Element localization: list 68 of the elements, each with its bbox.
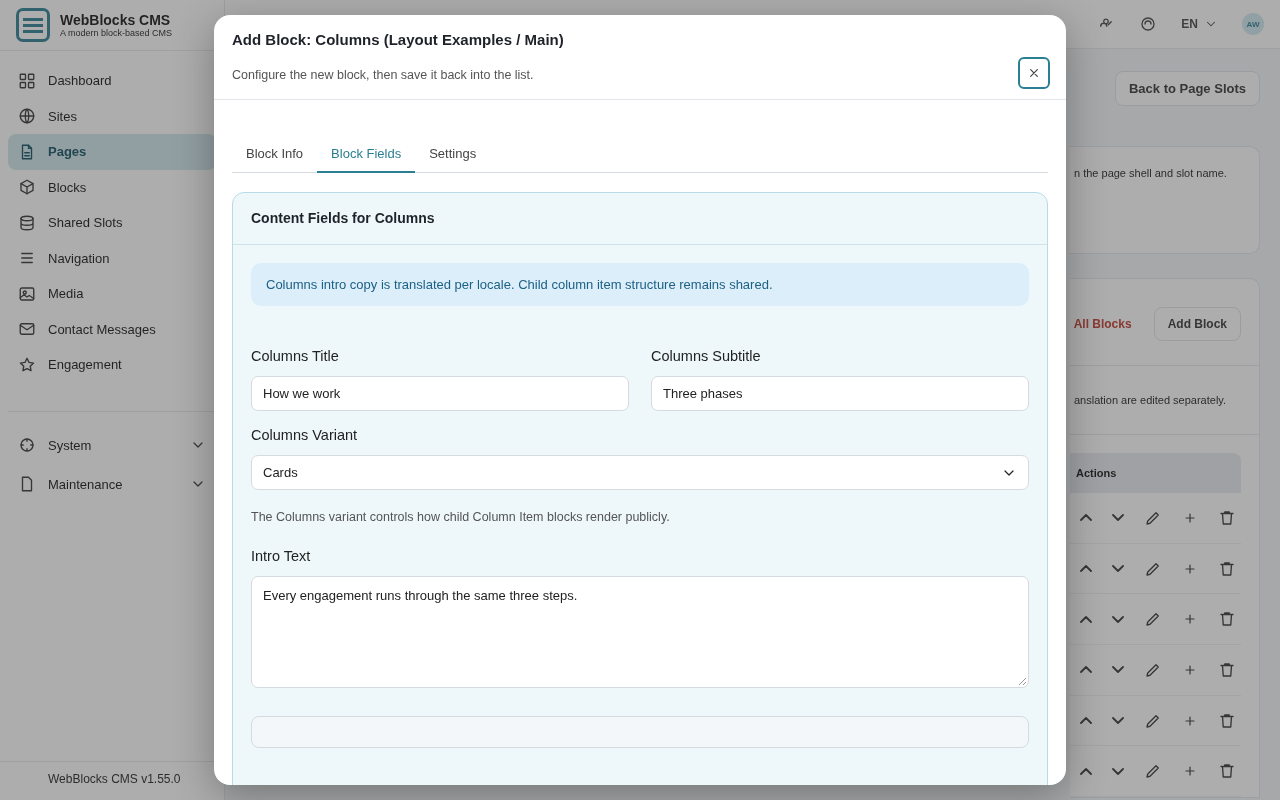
field-label: Columns Subtitle bbox=[651, 348, 762, 364]
modal-subtitle: Configure the new block, then save it back into the list. bbox=[232, 68, 535, 82]
trash-icon bbox=[1218, 762, 1236, 781]
info-notice: Columns intro copy is translated per locale. Child column item structure remains shared. bbox=[251, 263, 1029, 306]
sidebar-item[interactable]: Contact Messages bbox=[8, 311, 216, 347]
modal-title: Add Block: Columns (Layout Examples / Main) bbox=[232, 31, 564, 49]
language-selector[interactable]: EN bbox=[1181, 17, 1218, 31]
gear-icon bbox=[18, 436, 36, 454]
back-button[interactable]: Back to Page Slots bbox=[1114, 71, 1260, 106]
chevron-up-icon bbox=[1080, 615, 1092, 623]
sidebar-group[interactable]: System bbox=[8, 425, 216, 465]
chevron-down-icon bbox=[1112, 615, 1124, 623]
text-field[interactable]: How we work bbox=[251, 376, 629, 411]
pencil-icon bbox=[1144, 610, 1162, 629]
chevron-up-icon bbox=[1080, 514, 1092, 522]
globe-icon bbox=[18, 107, 36, 126]
pencil-icon bbox=[1144, 762, 1162, 781]
trash-icon bbox=[1218, 660, 1236, 679]
app-name: WebBlocks CMS bbox=[60, 12, 172, 28]
database-icon bbox=[18, 213, 36, 232]
sidebar-item[interactable]: Pages bbox=[8, 134, 216, 170]
theme-icon bbox=[1139, 15, 1158, 33]
sidebar-group[interactable]: Maintenance bbox=[8, 464, 216, 504]
card-text: n the page shell and slot name. bbox=[1074, 167, 1227, 179]
card-text: anslation are edited separately. bbox=[1074, 394, 1227, 406]
sidebar-item[interactable]: Blocks bbox=[8, 169, 216, 205]
panel-title: Content Fields for Columns bbox=[251, 210, 435, 226]
sidebar-item[interactable]: Shared Slots bbox=[8, 205, 216, 241]
chevron-up-icon bbox=[1080, 767, 1092, 775]
sidebar-item[interactable]: Engagement bbox=[8, 347, 216, 383]
chevron-down-icon bbox=[1112, 514, 1124, 522]
sidebar-item[interactable]: Dashboard bbox=[8, 63, 216, 99]
star-icon bbox=[18, 355, 36, 374]
logo-icon bbox=[16, 8, 50, 42]
trash-icon bbox=[1218, 711, 1236, 730]
chevron-up-icon bbox=[1080, 666, 1092, 674]
cube-icon bbox=[18, 178, 36, 197]
chevron-up-icon bbox=[1080, 565, 1092, 573]
text-field[interactable]: Three phases bbox=[651, 376, 1029, 411]
sidebar-item[interactable]: Navigation bbox=[8, 240, 216, 276]
textarea-field[interactable]: Every engagement runs through the same three steps. bbox=[251, 576, 1029, 688]
resize-handle[interactable] bbox=[1018, 677, 1026, 685]
trash-icon bbox=[1218, 508, 1236, 527]
chevron-down-icon bbox=[1112, 565, 1124, 573]
help-text: The Columns variant controls how child Column Item blocks render publicly. bbox=[251, 510, 671, 524]
sidebar-item[interactable]: Media bbox=[8, 276, 216, 312]
trash-icon bbox=[1218, 610, 1236, 629]
select-field[interactable]: Cards bbox=[251, 455, 1029, 490]
add-block-button[interactable]: Add Block bbox=[1153, 307, 1241, 341]
trash-icon bbox=[1218, 559, 1236, 578]
tab[interactable]: Block Info bbox=[232, 146, 318, 173]
app-tagline: A modern block-based CMS bbox=[60, 28, 173, 38]
tab[interactable]: Block Fields bbox=[317, 146, 416, 173]
version-label: WebBlocks CMS v1.55.0 bbox=[48, 772, 181, 786]
field-label: Intro Text bbox=[251, 548, 312, 564]
chevron-down-icon bbox=[1112, 767, 1124, 775]
chevron-down-icon bbox=[1112, 717, 1124, 725]
tab[interactable]: Settings bbox=[415, 146, 491, 173]
sidebar-item[interactable]: Sites bbox=[8, 98, 216, 134]
delete-link[interactable]: All Blocks bbox=[1073, 317, 1132, 331]
field-label: Columns Variant bbox=[251, 427, 359, 443]
chevron-up-icon bbox=[1080, 717, 1092, 725]
close-button[interactable] bbox=[1018, 57, 1050, 89]
dashboard-icon bbox=[18, 71, 36, 90]
image-icon bbox=[18, 284, 36, 303]
chevron-down-icon bbox=[1112, 666, 1124, 674]
field-label: Columns Title bbox=[251, 348, 340, 364]
column-header: Actions bbox=[1076, 467, 1117, 479]
